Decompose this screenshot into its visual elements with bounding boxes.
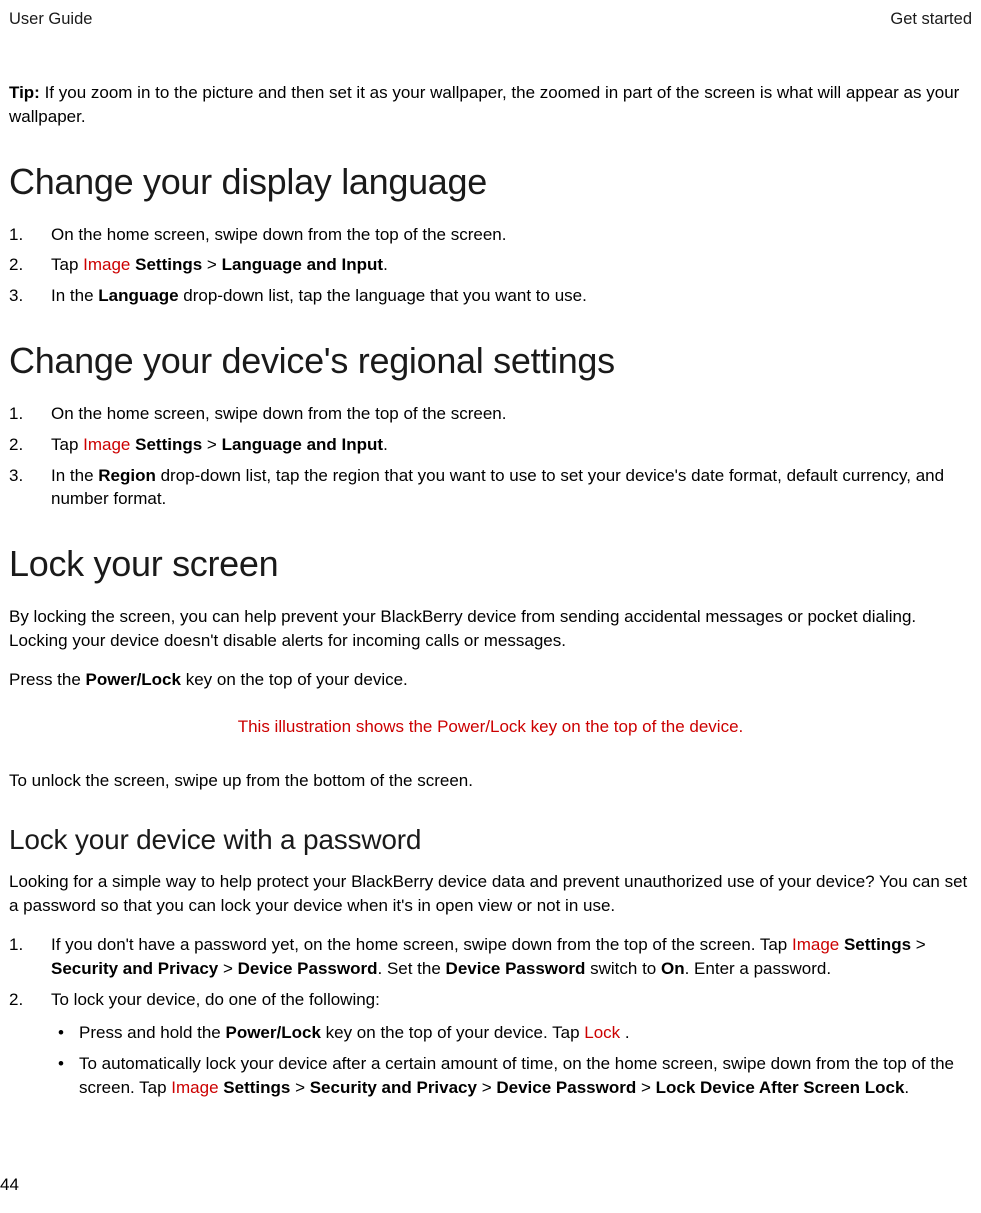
list-item: 2. Tap Image Settings > Language and Inp…: [9, 433, 972, 457]
step-number: 1.: [9, 933, 51, 981]
regional-steps: 1. On the home screen, swipe down from t…: [9, 402, 972, 511]
step-number: 3.: [9, 464, 51, 512]
list-item: 3. In the Region drop-down list, tap the…: [9, 464, 972, 512]
tip-text: If you zoom in to the picture and then s…: [9, 83, 959, 126]
header-left: User Guide: [9, 10, 92, 29]
step-text: If you don't have a password yet, on the…: [51, 933, 972, 981]
subsection-title-password: Lock your device with a password: [9, 824, 972, 856]
list-item: 1. If you don't have a password yet, on …: [9, 933, 972, 981]
section-title-regional: Change your device's regional settings: [9, 340, 972, 382]
section-title-lock: Lock your screen: [9, 543, 972, 585]
list-item: 1. On the home screen, swipe down from t…: [9, 402, 972, 426]
list-item: 2. To lock your device, do one of the fo…: [9, 988, 972, 1107]
step-text: To lock your device, do one of the follo…: [51, 988, 972, 1107]
page-number: 44: [0, 1175, 19, 1195]
settings-icon: Image: [171, 1078, 223, 1097]
password-steps: 1. If you don't have a password yet, on …: [9, 933, 972, 1107]
lock-intro: By locking the screen, you can help prev…: [9, 605, 972, 653]
section-lock-password: Lock your device with a password Looking…: [9, 824, 972, 1106]
page-header: User Guide Get started: [9, 10, 972, 29]
bullet-text: To automatically lock your device after …: [79, 1052, 972, 1100]
step-number: 1.: [9, 402, 51, 426]
lock-press: Press the Power/Lock key on the top of y…: [9, 668, 972, 692]
list-item: • Press and hold the Power/Lock key on t…: [51, 1021, 972, 1045]
step-text: On the home screen, swipe down from the …: [51, 402, 972, 426]
lock-icon: Lock: [584, 1023, 625, 1042]
illustration-caption: This illustration shows the Power/Lock k…: [9, 717, 972, 737]
unlock-text: To unlock the screen, swipe up from the …: [9, 769, 972, 793]
list-item: • To automatically lock your device afte…: [51, 1052, 972, 1100]
step-text: In the Language drop-down list, tap the …: [51, 284, 972, 308]
bullet-marker: •: [51, 1021, 79, 1045]
step-number: 1.: [9, 223, 51, 247]
bullet-marker: •: [51, 1052, 79, 1100]
step-text: Tap Image Settings > Language and Input.: [51, 253, 972, 277]
step-text: In the Region drop-down list, tap the re…: [51, 464, 972, 512]
step-number: 2.: [9, 988, 51, 1107]
section-change-language: Change your display language 1. On the h…: [9, 161, 972, 308]
settings-icon: Image: [792, 935, 844, 954]
step-number: 2.: [9, 253, 51, 277]
step-number: 2.: [9, 433, 51, 457]
settings-icon: Image: [83, 255, 135, 274]
password-intro: Looking for a simple way to help protect…: [9, 870, 972, 918]
section-lock-screen: Lock your screen By locking the screen, …: [9, 543, 972, 792]
step-number: 3.: [9, 284, 51, 308]
bullet-text: Press and hold the Power/Lock key on the…: [79, 1021, 972, 1045]
step-text: On the home screen, swipe down from the …: [51, 223, 972, 247]
section-regional-settings: Change your device's regional settings 1…: [9, 340, 972, 511]
lock-options: • Press and hold the Power/Lock key on t…: [51, 1021, 972, 1099]
header-right: Get started: [890, 10, 972, 29]
tip-block: Tip: If you zoom in to the picture and t…: [9, 81, 972, 129]
section-title-language: Change your display language: [9, 161, 972, 203]
step-text: Tap Image Settings > Language and Input.: [51, 433, 972, 457]
list-item: 3. In the Language drop-down list, tap t…: [9, 284, 972, 308]
list-item: 2. Tap Image Settings > Language and Inp…: [9, 253, 972, 277]
settings-icon: Image: [83, 435, 135, 454]
tip-label: Tip:: [9, 83, 40, 102]
list-item: 1. On the home screen, swipe down from t…: [9, 223, 972, 247]
language-steps: 1. On the home screen, swipe down from t…: [9, 223, 972, 308]
